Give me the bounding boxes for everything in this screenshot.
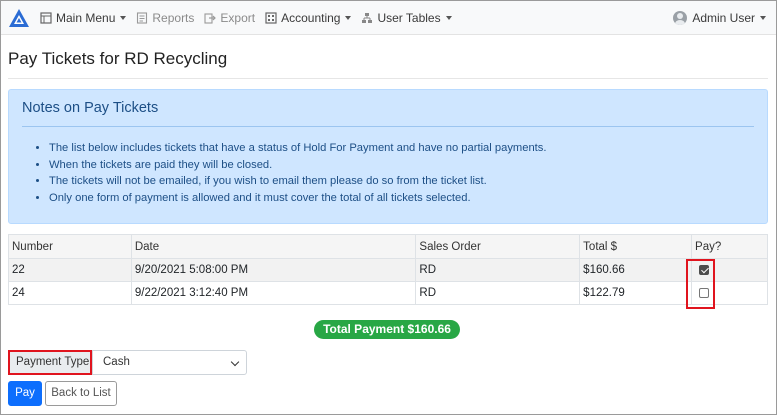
payment-type-value: Cash [103,356,130,368]
export-icon [204,12,217,24]
table-header-row: Number Date Sales Order Total $ Pay? [8,234,768,259]
notes-item: When the tickets are paid they will be c… [49,157,546,174]
header-total[interactable]: Total $ [579,234,693,259]
cell-sales-order: RD [415,258,581,282]
nav-export[interactable]: Export [204,11,255,25]
notes-list: The list below includes tickets that hav… [49,140,546,207]
notes-item: The list below includes tickets that hav… [49,140,546,157]
chevron-down-icon [445,15,452,20]
notes-title: Notes on Pay Tickets [22,100,159,116]
accounting-icon [265,11,277,24]
user-name: Admin User [692,11,755,25]
nav-main-menu-label: Main Menu [56,10,116,25]
notes-divider [22,126,754,127]
cell-date: 9/22/2021 3:12:40 PM [130,281,417,305]
payment-type-select[interactable]: Cash [92,350,247,375]
pay-column-highlight [686,259,715,309]
chevron-down-icon [345,15,352,20]
pay-button[interactable]: Pay [8,381,42,406]
payment-type-label: Payment Type [8,350,92,375]
nav-reports-label: Reports [152,10,195,25]
header-sales-order[interactable]: Sales Order [415,234,581,259]
total-payment-badge: Total Payment $160.66 [314,320,460,339]
notes-item: Only one form of payment is allowed and … [49,190,546,207]
cell-date: 9/20/2021 5:08:00 PM [130,258,417,282]
app-logo-icon[interactable] [8,7,30,29]
menu-grid-icon [40,11,52,24]
nav-reports[interactable]: Reports [136,11,194,25]
cell-sales-order: RD [415,281,581,305]
user-tables-icon [362,12,373,23]
chevron-down-icon [760,16,766,20]
title-divider [8,78,768,79]
top-navbar: Main Menu Reports Export Accounting User… [1,1,776,35]
nav-export-label: Export [220,10,256,25]
nav-accounting-label: Accounting [281,10,341,25]
table-row: 24 9/22/2021 3:12:40 PM RD $122.79 [8,281,768,305]
user-menu[interactable]: Admin User [673,1,766,35]
notes-panel: Notes on Pay Tickets The list below incl… [8,89,768,224]
tickets-table: Number Date Sales Order Total $ Pay? 22 … [8,234,768,305]
notes-item: The tickets will not be emailed, if you … [49,173,546,190]
back-to-list-button[interactable]: Back to List [45,381,117,406]
avatar-icon [673,11,688,25]
page-title: Pay Tickets for RD Recycling [8,49,228,68]
cell-number: 22 [8,258,132,282]
nav-user-tables[interactable]: User Tables [361,10,452,25]
table-row: 22 9/20/2021 5:08:00 PM RD $160.66 [8,258,768,282]
reports-icon [137,11,148,24]
cell-total: $160.66 [579,258,693,282]
header-date[interactable]: Date [130,234,417,259]
header-number[interactable]: Number [8,234,132,259]
chevron-down-icon [120,15,127,20]
nav-accounting[interactable]: Accounting [265,10,352,25]
header-pay: Pay? [691,234,768,259]
cell-number: 24 [8,281,132,305]
cell-total: $122.79 [579,281,693,305]
chevron-down-icon [230,357,240,367]
nav-main-menu[interactable]: Main Menu [40,10,127,25]
nav-user-tables-label: User Tables [377,10,441,25]
